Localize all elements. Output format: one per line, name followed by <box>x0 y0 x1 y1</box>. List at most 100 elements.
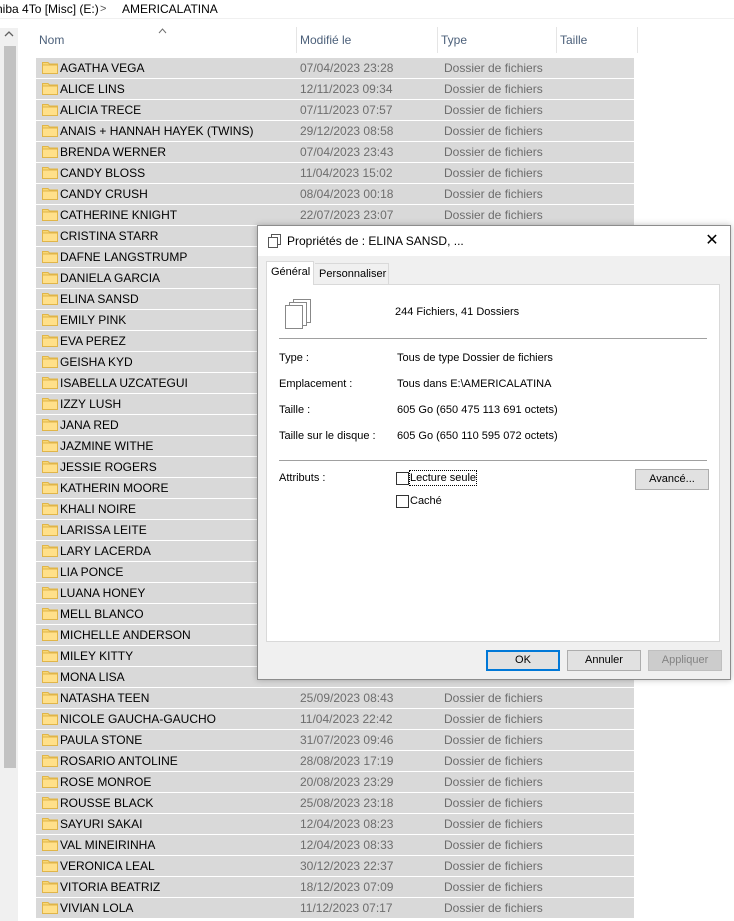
folder-icon <box>42 881 58 893</box>
folder-icon <box>42 503 58 515</box>
toolbar-divider <box>0 18 734 19</box>
file-row[interactable]: CATHERINE KNIGHT 22/07/2023 23:07 Dossie… <box>36 205 634 226</box>
folder-icon <box>42 398 58 410</box>
disk-size-value: 605 Go (650 110 595 072 octets) <box>397 430 558 442</box>
folder-icon <box>42 83 58 95</box>
file-name: ROSARIO ANTOLINE <box>60 754 178 768</box>
folder-icon <box>42 419 58 431</box>
file-type: Dossier de fichiers <box>444 103 543 117</box>
file-name: BRENDA WERNER <box>60 145 167 159</box>
file-row[interactable]: SAYURI SAKAI 12/04/2023 08:23 Dossier de… <box>36 814 634 835</box>
file-type: Dossier de fichiers <box>444 82 543 96</box>
file-row[interactable]: VIVIAN LOLA 11/12/2023 07:17 Dossier de … <box>36 898 634 919</box>
folder-icon <box>42 461 58 473</box>
file-row[interactable]: ALICE LINS 12/11/2023 09:34 Dossier de f… <box>36 79 634 100</box>
separator <box>279 460 707 461</box>
hidden-checkbox[interactable] <box>396 495 409 508</box>
folder-icon <box>42 209 58 221</box>
tab-customize[interactable]: Personnaliser <box>315 263 389 285</box>
file-name: NATASHA TEEN <box>60 691 150 705</box>
folder-icon <box>42 629 58 641</box>
file-name: IZZY LUSH <box>60 397 122 411</box>
location-value: Tous dans E:\AMERICALATINA <box>397 378 552 390</box>
size-value: 605 Go (650 475 113 691 octets) <box>397 404 558 416</box>
file-row[interactable]: CANDY CRUSH 08/04/2023 00:18 Dossier de … <box>36 184 634 205</box>
file-row[interactable]: ANAIS + HANNAH HAYEK (TWINS) 29/12/2023 … <box>36 121 634 142</box>
file-row[interactable]: ROSARIO ANTOLINE 28/08/2023 17:19 Dossie… <box>36 751 634 772</box>
file-type: Dossier de fichiers <box>444 691 543 705</box>
folder-icon <box>42 650 58 662</box>
close-icon[interactable]: ✕ <box>702 231 722 251</box>
apply-button[interactable]: Appliquer <box>648 650 722 671</box>
file-row[interactable]: AGATHA VEGA 07/04/2023 23:28 Dossier de … <box>36 58 634 79</box>
sort-up-caret-icon <box>158 18 167 44</box>
file-name: ELINA SANSD <box>60 292 139 306</box>
folder-icon <box>42 860 58 872</box>
folder-icon <box>42 272 58 284</box>
tab-general[interactable]: Général <box>266 261 314 285</box>
file-modified-date: 07/04/2023 23:28 <box>300 61 394 75</box>
scroll-up-arrow-icon[interactable] <box>3 30 15 40</box>
file-name: EVA PEREZ <box>60 334 126 348</box>
breadcrumb-drive[interactable]: hiba 4To [Misc] (E:) <box>0 1 99 17</box>
file-row[interactable]: ROSE MONROE 20/08/2023 23:29 Dossier de … <box>36 772 634 793</box>
file-row[interactable]: CANDY BLOSS 11/04/2023 15:02 Dossier de … <box>36 163 634 184</box>
file-modified-date: 22/07/2023 23:07 <box>300 208 394 222</box>
readonly-checkbox-label[interactable]: Lecture seule <box>408 470 478 486</box>
file-row[interactable]: BRENDA WERNER 07/04/2023 23:43 Dossier d… <box>36 142 634 163</box>
folder-icon <box>42 734 58 746</box>
folder-icon <box>42 167 58 179</box>
readonly-checkbox[interactable] <box>396 472 409 485</box>
file-type: Dossier de fichiers <box>444 859 543 873</box>
file-type: Dossier de fichiers <box>444 712 543 726</box>
file-name: CATHERINE KNIGHT <box>60 208 178 222</box>
file-name: EMILY PINK <box>60 313 127 327</box>
breadcrumb-current-folder[interactable]: AMERICALATINA <box>122 1 218 17</box>
scrollbar-thumb[interactable] <box>4 46 16 768</box>
file-type: Dossier de fichiers <box>444 796 543 810</box>
column-header-name[interactable]: Nom <box>36 27 296 53</box>
column-header-modified[interactable]: Modifié le <box>296 27 437 53</box>
folder-icon <box>42 314 58 326</box>
file-row[interactable]: NATASHA TEEN 25/09/2023 08:43 Dossier de… <box>36 688 634 709</box>
folder-icon <box>42 818 58 830</box>
file-name: JAZMINE WITHE <box>60 439 154 453</box>
file-type: Dossier de fichiers <box>444 208 543 222</box>
file-name: NICOLE GAUCHA-GAUCHO <box>60 712 217 726</box>
cancel-button[interactable]: Annuler <box>567 650 641 671</box>
dialog-titlebar[interactable]: Propriétés de : ELINA SANSD, ... ✕ <box>258 226 730 256</box>
breadcrumb-separator-icon[interactable]: > <box>100 1 106 17</box>
column-header-type[interactable]: Type <box>437 27 556 53</box>
folder-icon <box>42 377 58 389</box>
file-row[interactable]: NICOLE GAUCHA-GAUCHO 11/04/2023 22:42 Do… <box>36 709 634 730</box>
folder-icon <box>42 587 58 599</box>
file-type: Dossier de fichiers <box>444 166 543 180</box>
file-row[interactable]: VAL MINEIRINHA 12/04/2023 08:33 Dossier … <box>36 835 634 856</box>
file-name: DAFNE LANGSTRUMP <box>60 250 188 264</box>
vertical-scrollbar[interactable] <box>0 28 18 921</box>
file-type: Dossier de fichiers <box>444 880 543 894</box>
file-name: ROUSSE BLACK <box>60 796 154 810</box>
type-label: Type : <box>279 352 309 364</box>
column-headers: Nom Modifié le Type Taille <box>36 27 638 53</box>
file-row[interactable]: ALICIA TRECE 07/11/2023 07:57 Dossier de… <box>36 100 634 121</box>
file-row[interactable]: VITORIA BEATRIZ 18/12/2023 07:09 Dossier… <box>36 877 634 898</box>
ok-button[interactable]: OK <box>486 650 560 671</box>
files-icon <box>285 299 311 329</box>
file-name: LIA PONCE <box>60 565 124 579</box>
file-modified-date: 07/11/2023 07:57 <box>300 103 393 117</box>
file-row[interactable]: ROUSSE BLACK 25/08/2023 23:18 Dossier de… <box>36 793 634 814</box>
advanced-button[interactable]: Avancé... <box>635 469 709 490</box>
hidden-checkbox-label[interactable]: Caché <box>410 494 442 508</box>
file-row[interactable]: PAULA STONE 31/07/2023 09:46 Dossier de … <box>36 730 634 751</box>
file-row[interactable]: VERONICA LEAL 30/12/2023 22:37 Dossier d… <box>36 856 634 877</box>
file-name: MICHELLE ANDERSON <box>60 628 191 642</box>
file-name: VITORIA BEATRIZ <box>60 880 161 894</box>
folder-icon <box>42 125 58 137</box>
folder-icon <box>42 104 58 116</box>
folder-icon <box>42 713 58 725</box>
file-type: Dossier de fichiers <box>444 838 543 852</box>
file-name: PAULA STONE <box>60 733 143 747</box>
column-header-size[interactable]: Taille <box>556 27 638 53</box>
folder-icon <box>42 608 58 620</box>
